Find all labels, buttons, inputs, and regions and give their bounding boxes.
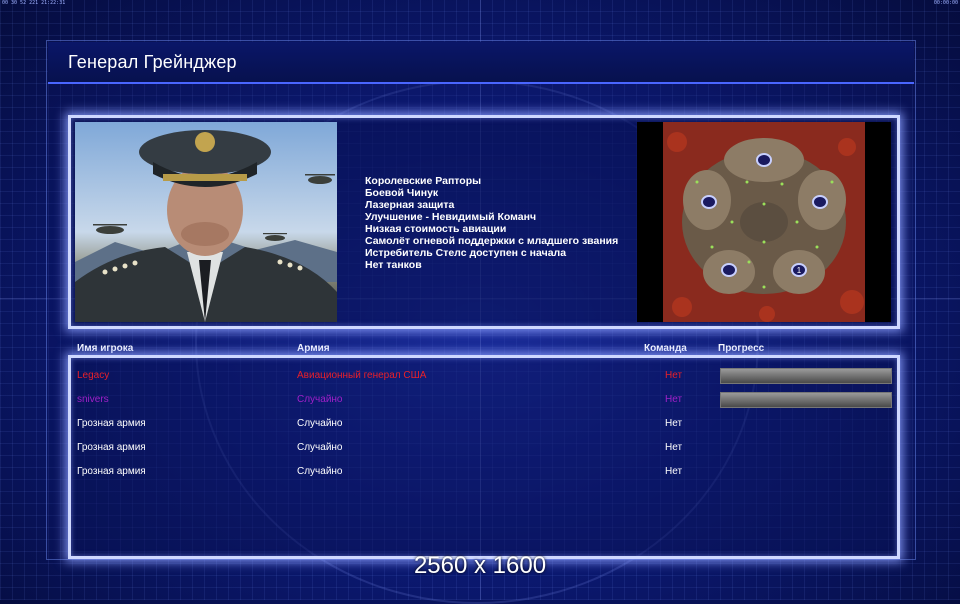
player-team: Нет	[665, 466, 683, 477]
map-preview-icon: 1	[663, 122, 865, 322]
general-portrait-icon	[75, 130, 337, 322]
column-header-team: Команда	[644, 343, 687, 354]
status-bar-left: 00 30 52 221 21:22:31	[2, 0, 66, 6]
status-bar: 00 30 52 221 21:22:31 00:00:00	[0, 0, 960, 7]
general-feature: Истребитель Стелс доступен с начала	[365, 247, 567, 259]
general-feature: Низкая стоимость авиации	[365, 223, 507, 235]
header-bar: Генерал Грейнджер	[48, 42, 914, 84]
player-name: Грозная армия	[77, 418, 146, 429]
player-progress-fill	[721, 393, 891, 407]
general-feature: Лазерная защита	[365, 199, 455, 211]
column-header-progress: Прогресс	[718, 343, 765, 354]
general-features-list: Королевские Рапторы Боевой Чинук Лазерна…	[365, 175, 618, 271]
status-bar-clock: 00:00:00	[933, 0, 958, 6]
players-panel: Legacy Авиационный генерал США Нет snive…	[68, 355, 900, 559]
player-row: Грозная армия Случайно Нет	[71, 412, 897, 434]
player-team: Нет	[665, 370, 683, 381]
general-portrait-image	[75, 122, 337, 322]
player-army: Случайно	[297, 418, 343, 429]
player-progress-fill	[721, 369, 891, 383]
player-army: Авиационный генерал США	[297, 370, 427, 381]
general-feature: Улучшение - Невидимый Команч	[365, 211, 537, 223]
general-feature: Самолёт огневой поддержки с младшего зва…	[365, 235, 619, 247]
column-header-army: Армия	[297, 343, 330, 354]
player-progress-bar	[720, 392, 892, 408]
player-army: Случайно	[297, 394, 343, 405]
player-team: Нет	[665, 418, 683, 429]
general-info-panel: Королевские Рапторы Боевой Чинук Лазерна…	[68, 115, 900, 329]
general-feature: Боевой Чинук	[365, 187, 439, 199]
general-feature: Королевские Рапторы	[365, 175, 482, 187]
player-name: Грозная армия	[77, 466, 146, 477]
resolution-watermark: 2560 x 1600	[413, 552, 547, 579]
player-team: Нет	[665, 442, 683, 453]
player-army: Случайно	[297, 442, 343, 453]
player-progress-bar	[720, 368, 892, 384]
player-row: snivers Случайно Нет	[71, 388, 897, 410]
column-header-name: Имя игрока	[77, 343, 134, 354]
player-row: Грозная армия Случайно Нет	[71, 460, 897, 482]
general-feature: Нет танков	[365, 259, 422, 271]
player-name: Грозная армия	[77, 442, 146, 453]
player-name: Legacy	[77, 370, 110, 381]
map-preview[interactable]: 1	[637, 122, 891, 322]
player-row: Грозная армия Случайно Нет	[71, 436, 897, 458]
player-army: Случайно	[297, 466, 343, 477]
start-position-label: 1	[797, 266, 802, 275]
player-team: Нет	[665, 394, 683, 405]
player-row: Legacy Авиационный генерал США Нет	[71, 364, 897, 386]
player-name: snivers	[77, 394, 109, 405]
page-title: Генерал Грейнджер	[68, 52, 237, 72]
